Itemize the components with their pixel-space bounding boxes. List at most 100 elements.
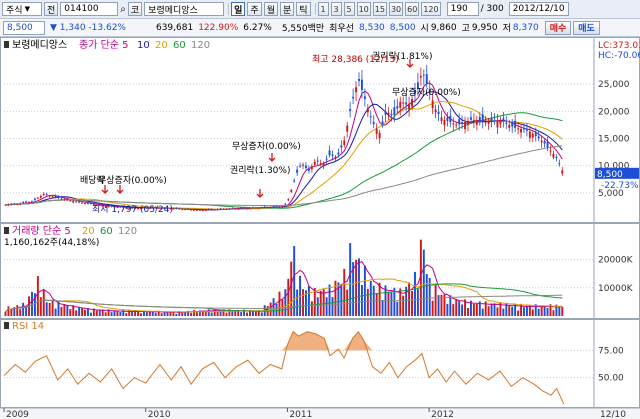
candle-body (449, 115, 452, 123)
volume-bar (140, 313, 142, 316)
candle-body (546, 141, 549, 148)
volume-bar (125, 313, 128, 316)
volume-bar (284, 289, 287, 316)
candle-body (399, 101, 402, 108)
volume-bar (51, 300, 54, 316)
candle-body (328, 150, 331, 156)
candle-body (422, 74, 425, 76)
sell-button[interactable]: 매도 (573, 20, 600, 35)
volume-bar (437, 295, 440, 316)
candle-body (181, 209, 184, 211)
candle-body (381, 121, 384, 124)
volume-bar (278, 291, 281, 316)
period-day-tab[interactable]: 일 (231, 2, 246, 16)
candle-body (190, 209, 193, 211)
candle-body (207, 208, 210, 210)
candle-body (325, 158, 328, 160)
candle-body (537, 136, 540, 139)
candle-body (369, 116, 372, 118)
candle-body (363, 96, 366, 100)
candle-body (222, 208, 225, 210)
period-type-button[interactable]: 전 (44, 2, 59, 16)
volume-bar (396, 301, 399, 316)
minute-step-60[interactable]: 60 (405, 2, 420, 16)
period-tick-tab[interactable]: 틱 (296, 2, 311, 16)
minute-step-15[interactable]: 15 (372, 2, 387, 16)
candle-body (89, 202, 92, 204)
volume-bar (204, 311, 207, 316)
x-axis-tick-label: 2012 (431, 410, 454, 419)
candle-body (434, 109, 437, 113)
minute-step-1[interactable]: 1 (317, 2, 329, 16)
volume-bar (449, 295, 452, 316)
candle-body (10, 204, 13, 206)
volume-bar (110, 312, 113, 316)
volume-bar (328, 284, 331, 316)
ask-price: 8,530 (359, 22, 385, 33)
candle-body (240, 207, 243, 209)
volume-bar (523, 307, 525, 316)
volume-bar (25, 306, 28, 316)
volume-bar (145, 312, 148, 316)
stock-chart[interactable]: 25,00020,00015,00010,0005,000보령메디앙스 종가 단순… (0, 37, 640, 419)
volume-bar (331, 297, 334, 316)
candle-body (299, 165, 302, 167)
candle-body (302, 164, 304, 166)
candle-body (396, 106, 399, 109)
current-price-label: 8,500 (597, 170, 623, 180)
date-input[interactable]: 2012/12/10 (508, 2, 569, 16)
turnover-ratio: 6.27% (243, 22, 272, 33)
candle-body (275, 206, 278, 208)
stock-code-input[interactable]: 014100 (60, 2, 119, 16)
volume-bar (543, 305, 546, 316)
minute-step-3[interactable]: 3 (330, 2, 342, 16)
minute-step-10[interactable]: 10 (356, 2, 371, 16)
volume-bar (475, 304, 478, 316)
volume-bar (431, 300, 434, 316)
volume-bar (310, 301, 313, 316)
period-week-tab[interactable]: 주 (247, 2, 262, 16)
volume-bar (313, 288, 316, 316)
rsi-axis-tick: 75.00 (598, 346, 624, 356)
candle-body (555, 156, 558, 158)
event-annotation: 권리락(1.81%) (372, 50, 432, 62)
volume-bar (207, 309, 210, 316)
candle-body (493, 119, 496, 121)
candle-body (45, 194, 48, 196)
candle-body (296, 169, 299, 173)
data-count-input[interactable]: 190 (446, 2, 479, 16)
volume-bar (546, 308, 549, 316)
high-price: 9,950 (471, 22, 498, 33)
candle-body (472, 119, 475, 122)
market-select[interactable]: 주식 ▼ (2, 2, 42, 16)
x-axis-tick-label: 12/10 (600, 410, 626, 419)
volume-bar (355, 259, 358, 316)
candle-body (193, 209, 195, 211)
x-axis-background (0, 408, 640, 419)
date-value: 2012/12/10 (512, 4, 565, 14)
volume-bar (4, 311, 7, 316)
candle-body (48, 195, 51, 197)
period-minute-tab[interactable]: 분 (280, 2, 295, 16)
candle-body (443, 119, 446, 126)
minute-step-30[interactable]: 30 (388, 2, 404, 16)
volume-bar (251, 310, 254, 316)
buy-button[interactable]: 매수 (544, 20, 572, 35)
volume-bar (414, 271, 416, 316)
candle-body (384, 111, 387, 115)
candle-body (531, 133, 534, 138)
candle-body (31, 201, 33, 203)
candle-body (508, 124, 511, 128)
volume-bar (36, 276, 39, 316)
candle-body (210, 209, 213, 211)
volume-bar (490, 303, 493, 316)
candle-body (337, 152, 340, 155)
market-prefix-button[interactable]: 코 (127, 2, 143, 16)
minute-step-5[interactable]: 5 (343, 2, 355, 16)
period-month-tab[interactable]: 월 (263, 2, 279, 16)
minute-step-120[interactable]: 120 (421, 2, 441, 16)
candle-body (234, 208, 237, 210)
candle-body (360, 79, 363, 91)
volume-bar (134, 311, 137, 316)
search-icon[interactable]: ⌕ (120, 4, 126, 15)
